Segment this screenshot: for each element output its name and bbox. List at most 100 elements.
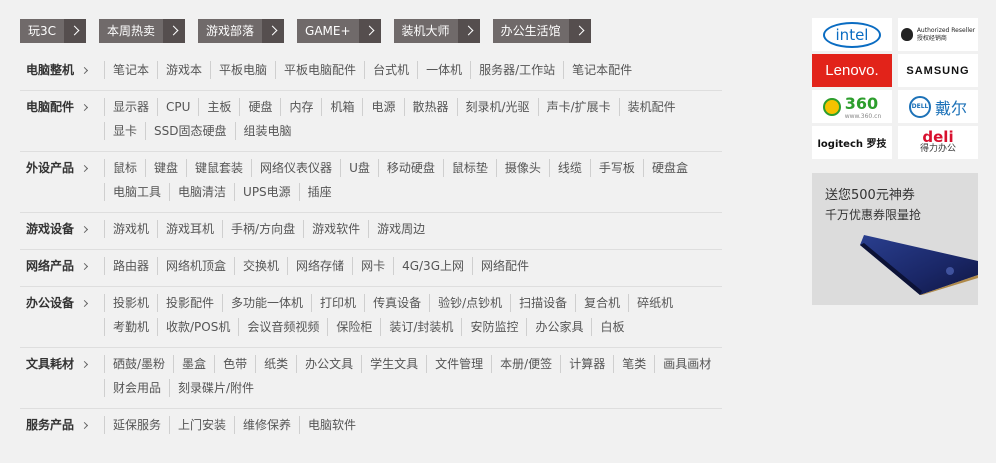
category-link[interactable]: 电脑清洁	[169, 183, 234, 201]
tab-0[interactable]: 玩3C	[20, 19, 87, 43]
category-link[interactable]: 线缆	[548, 159, 590, 177]
category-link[interactable]: 多功能一体机	[222, 294, 311, 312]
category-link[interactable]: 学生文具	[361, 355, 426, 373]
brand-deli[interactable]: deli 得力办公	[898, 126, 978, 159]
category-link[interactable]: 摄像头	[495, 159, 549, 177]
brand-samsung[interactable]: SAMSUNG	[898, 54, 978, 87]
tab-2[interactable]: 游戏部落	[198, 19, 285, 43]
category-link[interactable]: CPU	[157, 98, 198, 116]
category-link[interactable]: 笔类	[613, 355, 654, 373]
category-link[interactable]: 画具画材	[654, 355, 719, 373]
category-link[interactable]: 刻录碟片/附件	[169, 379, 262, 397]
category-link[interactable]: 服务器/工作站	[470, 61, 563, 79]
category-link[interactable]: 文件管理	[426, 355, 491, 373]
category-link[interactable]: 笔记本	[104, 61, 157, 79]
brand-lenovo[interactable]: Lenovo.	[812, 54, 892, 87]
category-link[interactable]: 办公家具	[526, 318, 591, 336]
category-link[interactable]: 插座	[298, 183, 340, 201]
category-link[interactable]: 纸类	[255, 355, 296, 373]
category-link[interactable]: SSD固态硬盘	[145, 122, 234, 140]
category-link[interactable]: 收款/POS机	[157, 318, 238, 336]
category-link[interactable]: 硬盘	[239, 98, 280, 116]
category-link[interactable]: UPS电源	[234, 183, 299, 201]
tab-5[interactable]: 办公生活馆	[492, 19, 591, 43]
category-title[interactable]: 电脑整机	[20, 59, 104, 83]
category-link[interactable]: 复合机	[575, 294, 628, 312]
category-link[interactable]: 手写板	[589, 159, 643, 177]
brand-dell[interactable]: DELL 戴尔	[898, 90, 978, 123]
brand-360[interactable]: 360 www.360.cn	[812, 90, 892, 123]
category-title[interactable]: 电脑配件	[20, 96, 104, 144]
category-link[interactable]: 碎纸机	[628, 294, 681, 312]
category-link[interactable]: 路由器	[104, 257, 157, 275]
tab-4[interactable]: 装机大师	[393, 19, 480, 43]
category-link[interactable]: 财会用品	[104, 379, 169, 397]
category-link[interactable]: 投影机	[104, 294, 157, 312]
category-link[interactable]: 硬盘盒	[642, 159, 696, 177]
category-link[interactable]: 游戏耳机	[157, 220, 222, 238]
category-link[interactable]: 会议音频视频	[238, 318, 327, 336]
category-link[interactable]: 网卡	[352, 257, 393, 275]
brand-intel[interactable]: intel	[812, 18, 892, 51]
category-link[interactable]: 组装电脑	[234, 122, 300, 140]
category-link[interactable]: 电脑工具	[104, 183, 169, 201]
brand-logitech[interactable]: logitech 罗技	[812, 126, 892, 159]
category-link[interactable]: 一体机	[417, 61, 470, 79]
category-link[interactable]: 验钞/点钞机	[429, 294, 510, 312]
category-link[interactable]: 声卡/扩展卡	[537, 98, 619, 116]
category-link[interactable]: 游戏本	[157, 61, 210, 79]
category-link[interactable]: 上门安装	[169, 416, 234, 434]
category-link[interactable]: 交换机	[234, 257, 287, 275]
promo-banner[interactable]: 送您500元神券 千万优惠券限量抢	[812, 173, 978, 305]
category-title[interactable]: 服务产品	[20, 414, 104, 438]
category-link[interactable]: 延保服务	[104, 416, 169, 434]
category-link[interactable]: 键鼠套装	[186, 159, 251, 177]
category-link[interactable]: 笔记本配件	[563, 61, 640, 79]
category-link[interactable]: 墨盒	[173, 355, 214, 373]
category-link[interactable]: 主板	[198, 98, 239, 116]
category-link[interactable]: 投影配件	[157, 294, 222, 312]
category-link[interactable]: 游戏周边	[368, 220, 433, 238]
category-link[interactable]: 游戏机	[104, 220, 157, 238]
category-link[interactable]: 电源	[362, 98, 403, 116]
category-link[interactable]: 键盘	[145, 159, 186, 177]
category-link[interactable]: 安防监控	[461, 318, 526, 336]
category-link[interactable]: 电脑软件	[299, 416, 364, 434]
category-link[interactable]: 4G/3G上网	[393, 257, 472, 275]
category-link[interactable]: 扫描设备	[510, 294, 575, 312]
category-link[interactable]: U盘	[340, 159, 378, 177]
category-link[interactable]: 维修保养	[234, 416, 299, 434]
category-link[interactable]: 移动硬盘	[377, 159, 443, 177]
category-link[interactable]: 网络存储	[287, 257, 352, 275]
category-link[interactable]: 打印机	[311, 294, 364, 312]
category-link[interactable]: 白板	[591, 318, 632, 336]
category-link[interactable]: 台式机	[364, 61, 417, 79]
category-link[interactable]: 硒鼓/墨粉	[104, 355, 173, 373]
category-link[interactable]: 散热器	[403, 98, 457, 116]
tab-3[interactable]: GAME+	[297, 19, 381, 43]
category-link[interactable]: 鼠标垫	[442, 159, 496, 177]
category-title[interactable]: 外设产品	[20, 157, 104, 205]
category-link[interactable]: 机箱	[321, 98, 362, 116]
category-title[interactable]: 网络产品	[20, 255, 104, 279]
category-title[interactable]: 游戏设备	[20, 218, 104, 242]
category-link[interactable]: 网络仪表仪器	[251, 159, 340, 177]
category-link[interactable]: 装订/封装机	[380, 318, 461, 336]
category-link[interactable]: 手柄/方向盘	[222, 220, 303, 238]
category-link[interactable]: 计算器	[560, 355, 613, 373]
category-title[interactable]: 办公设备	[20, 292, 104, 340]
category-link[interactable]: 显示器	[104, 98, 157, 116]
category-link[interactable]: 办公文具	[296, 355, 361, 373]
category-link[interactable]: 平板电脑	[210, 61, 275, 79]
category-link[interactable]: 装机配件	[618, 98, 684, 116]
category-link[interactable]: 内存	[280, 98, 321, 116]
category-link[interactable]: 色带	[214, 355, 255, 373]
category-link[interactable]: 考勤机	[104, 318, 157, 336]
category-link[interactable]: 网络配件	[472, 257, 537, 275]
category-link[interactable]: 平板电脑配件	[275, 61, 364, 79]
category-title[interactable]: 文具耗材	[20, 353, 104, 401]
brand-apple[interactable]: Authorized Reseller 授权经销商	[898, 18, 978, 51]
category-link[interactable]: 刻录机/光驱	[456, 98, 538, 116]
category-link[interactable]: 显卡	[104, 122, 145, 140]
tab-1[interactable]: 本周热卖	[99, 19, 186, 43]
